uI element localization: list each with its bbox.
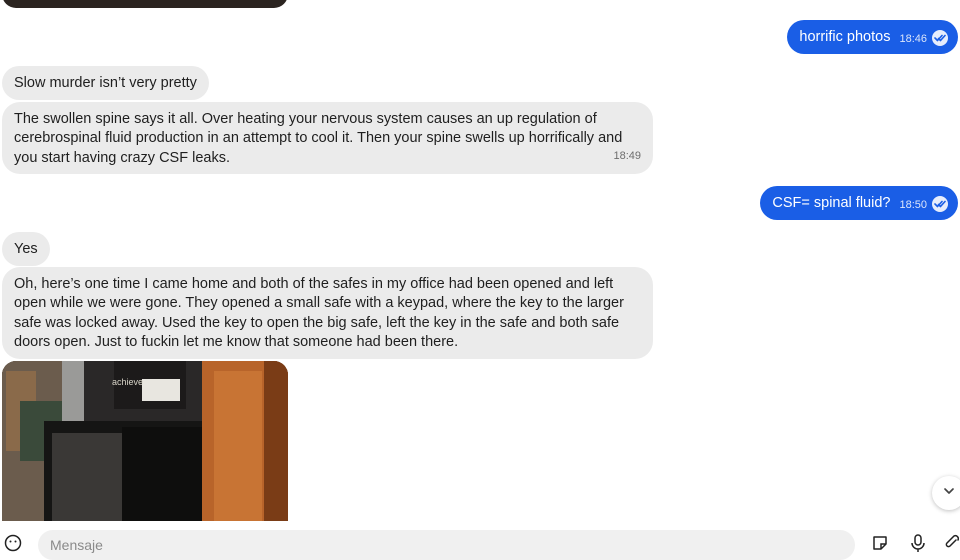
double-check-icon <box>932 196 948 212</box>
message-time: 18:50 <box>899 199 927 211</box>
sticker-icon[interactable] <box>871 534 889 557</box>
smiley-icon[interactable] <box>4 534 22 557</box>
double-check-icon <box>932 30 948 46</box>
paperclip-icon[interactable] <box>945 534 960 557</box>
chevron-down-icon <box>942 484 956 503</box>
message-text: The swollen spine says it all. Over heat… <box>14 111 623 166</box>
incoming-message[interactable]: Oh, here’s one time I came home and both… <box>2 267 653 359</box>
box-label: achieve <box>112 377 143 387</box>
safe-photo: achieve <box>2 361 288 521</box>
scroll-to-bottom-button[interactable] <box>932 476 960 510</box>
incoming-message[interactable]: The swollen spine says it all. Over heat… <box>2 102 653 174</box>
message-composer <box>0 522 960 560</box>
message-input[interactable] <box>38 530 855 560</box>
incoming-message[interactable]: Slow murder isn’t very pretty <box>2 66 209 100</box>
message-text: horrific photos <box>799 29 891 45</box>
message-time: 18:49 <box>613 149 641 162</box>
message-text: Oh, here’s one time I came home and both… <box>14 276 624 350</box>
message-text: Yes <box>14 241 38 257</box>
photo-message[interactable]: achieve <box>2 361 288 521</box>
outgoing-message[interactable]: horrific photos 18:46 <box>787 20 958 54</box>
incoming-message[interactable]: Yes <box>2 232 50 266</box>
message-text: CSF= spinal fluid? <box>772 195 891 211</box>
message-time: 18:46 <box>899 33 927 45</box>
previous-photo-message[interactable] <box>2 0 288 8</box>
outgoing-message[interactable]: CSF= spinal fluid? 18:50 <box>760 186 958 220</box>
message-text: Slow murder isn’t very pretty <box>14 75 197 91</box>
microphone-icon[interactable] <box>910 534 926 557</box>
